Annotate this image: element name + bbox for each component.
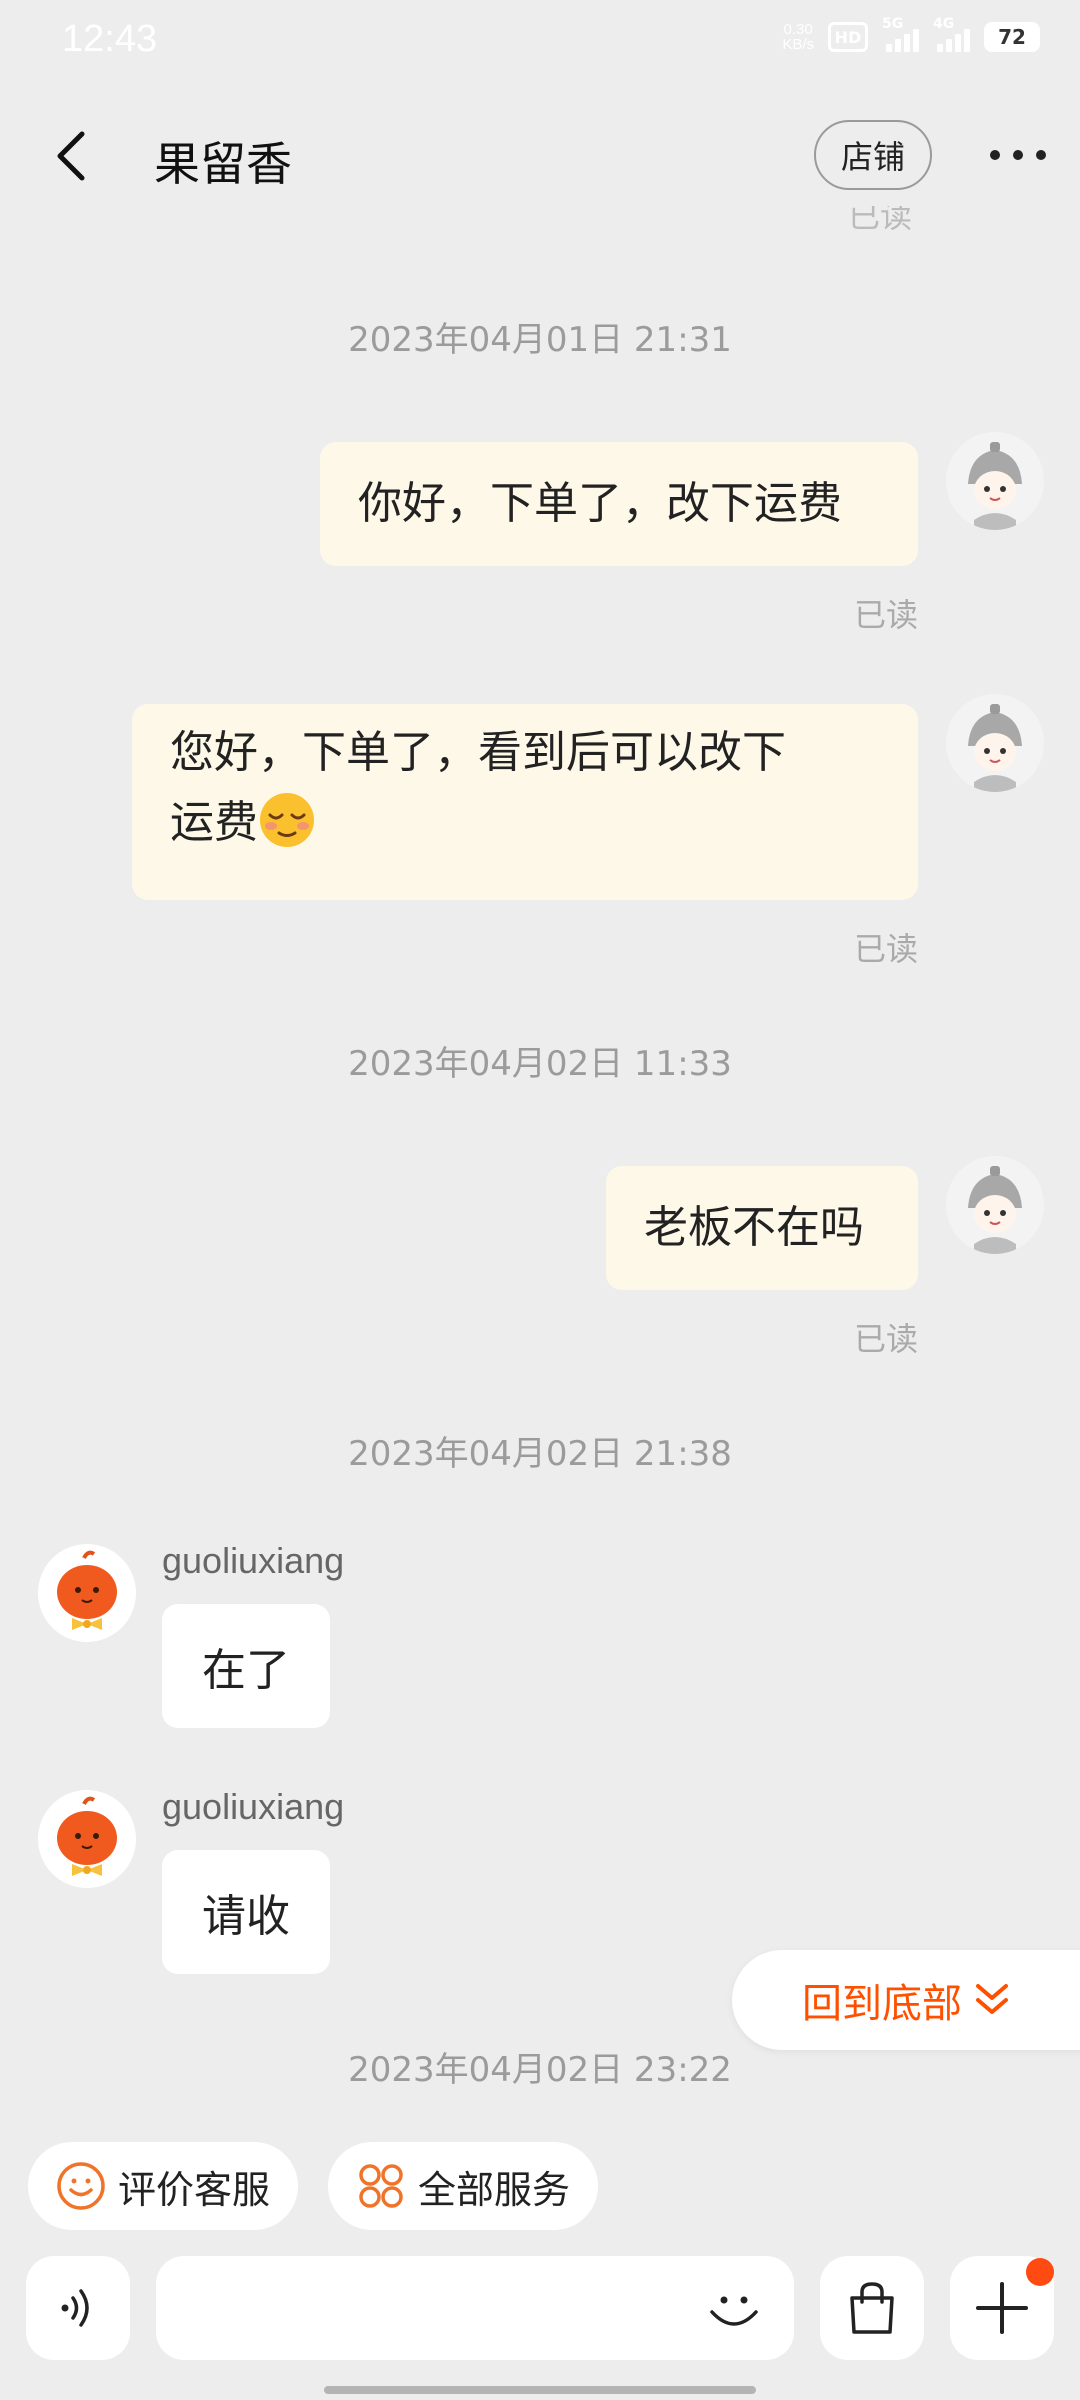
status-time: 12:43 — [62, 18, 158, 60]
outgoing-message[interactable]: 你好，下单了，改下运费 — [320, 442, 918, 566]
incoming-message[interactable]: 在了 — [162, 1604, 330, 1728]
smiley-icon — [57, 2162, 105, 2210]
chat-header: 果留香 店铺 — [0, 100, 1080, 210]
message-timestamp: 2023年04月02日 11:33 — [348, 1044, 732, 1084]
emoji-icon — [710, 2296, 758, 2326]
voice-icon — [61, 2289, 89, 2327]
signal-5g-icon: 5G — [882, 16, 919, 52]
double-chevron-down-icon — [976, 1984, 1008, 2014]
read-status: 已读 — [848, 206, 913, 235]
my-avatar[interactable] — [946, 694, 1044, 792]
my-avatar[interactable] — [946, 432, 1044, 530]
all-services-chip[interactable]: 全部服务 — [328, 2142, 599, 2230]
message-timestamp: 2023年04月02日 21:38 — [348, 1434, 732, 1474]
voice-button[interactable] — [26, 2256, 130, 2360]
outgoing-message[interactable]: 老板不在吗 — [606, 1166, 918, 1290]
plus-icon — [976, 2282, 1028, 2334]
grid-services-icon — [359, 2164, 403, 2208]
notification-dot — [1026, 2258, 1054, 2286]
network-speed: 0.30 KB/s — [782, 21, 814, 53]
back-arrow-icon[interactable] — [48, 126, 98, 186]
emoji-button[interactable] — [700, 2274, 768, 2342]
rate-service-chip[interactable]: 评价客服 — [28, 2142, 299, 2230]
read-status: 已读 — [853, 930, 918, 968]
hd-icon: HD — [828, 22, 868, 52]
sender-name: guoliuxiang — [162, 1786, 345, 1827]
read-status: 已读 — [853, 1320, 918, 1358]
shopping-bag-button[interactable] — [820, 2256, 924, 2360]
message-timestamp: 2023年04月02日 23:22 — [348, 2050, 732, 2090]
status-bar: 12:43 0.30 KB/s HD 5G 4G 72 — [0, 0, 1080, 90]
shop-avatar[interactable] — [38, 1544, 136, 1642]
back-to-bottom-button[interactable]: 回到底部 — [732, 1950, 1080, 2050]
message-timestamp: 2023年04月01日 21:31 — [348, 320, 732, 360]
my-avatar[interactable] — [946, 1156, 1044, 1254]
chat-title: 果留香 — [154, 137, 292, 191]
shop-avatar[interactable] — [38, 1790, 136, 1888]
message-input[interactable] — [156, 2256, 794, 2360]
shop-button[interactable]: 店铺 — [814, 120, 932, 190]
battery-icon: 72 — [984, 22, 1040, 52]
shopping-bag-icon — [850, 2282, 894, 2334]
more-options-icon[interactable] — [990, 130, 1046, 180]
quick-actions: 评价客服 全部服务 — [28, 2142, 599, 2230]
outgoing-message[interactable]: 您好，下单了，看到后可以改下 运费 — [132, 704, 918, 900]
home-indicator[interactable] — [324, 2386, 756, 2394]
relieved-face-emoji — [258, 791, 316, 849]
incoming-message[interactable]: 请收 — [162, 1850, 330, 1974]
input-bar — [0, 2256, 1080, 2366]
sender-name: guoliuxiang — [162, 1540, 345, 1581]
status-icons: 0.30 KB/s HD 5G 4G 72 — [782, 16, 1040, 53]
read-status: 已读 — [853, 596, 918, 634]
signal-4g-icon: 4G — [933, 16, 970, 52]
